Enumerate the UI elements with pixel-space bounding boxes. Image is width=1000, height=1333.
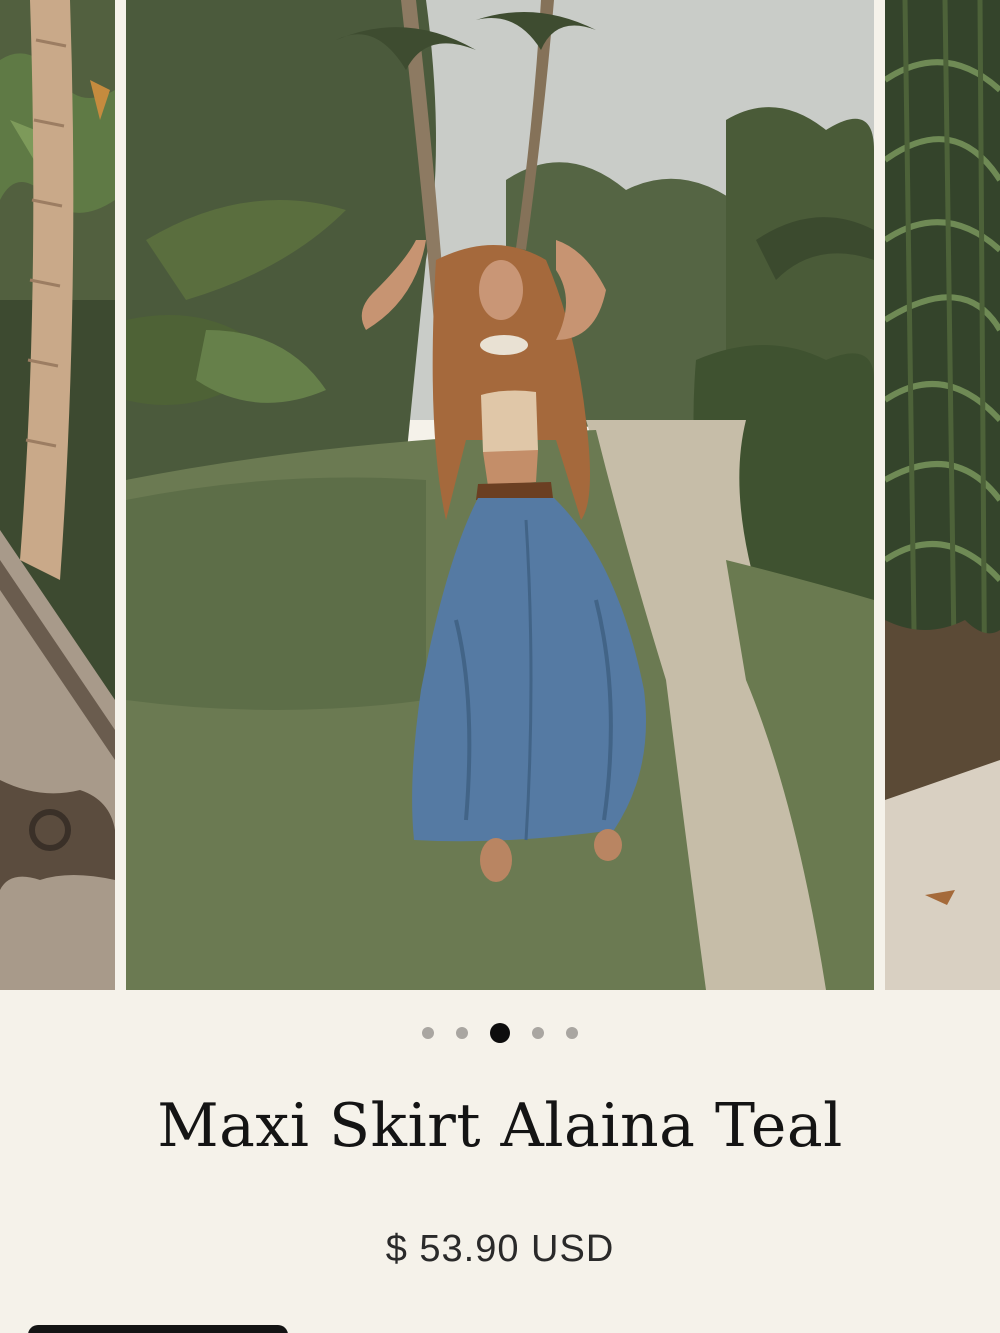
model-in-maxi-skirt-image bbox=[126, 0, 874, 990]
pagination-dot-5[interactable] bbox=[566, 1027, 578, 1039]
pagination-dot-1[interactable] bbox=[422, 1027, 434, 1039]
product-page: Maxi Skirt Alaina Teal $ 53.90 USD bbox=[0, 0, 1000, 1333]
product-title: Maxi Skirt Alaina Teal bbox=[157, 1091, 843, 1161]
product-image-gallery[interactable] bbox=[0, 0, 1000, 990]
tropical-foliage-image bbox=[0, 0, 115, 990]
gallery-slide-next[interactable] bbox=[885, 0, 1000, 990]
pagination-dot-3-active[interactable] bbox=[490, 1023, 510, 1043]
gallery-slide-active[interactable] bbox=[126, 0, 874, 990]
product-price: $ 53.90 USD bbox=[385, 1228, 615, 1270]
pagination-dot-4[interactable] bbox=[532, 1027, 544, 1039]
gallery-pagination bbox=[0, 1020, 1000, 1046]
pagination-dot-2[interactable] bbox=[456, 1027, 468, 1039]
palm-leaves-image bbox=[885, 0, 1000, 990]
sticky-add-to-cart-bar[interactable] bbox=[28, 1325, 288, 1333]
gallery-slide-previous[interactable] bbox=[0, 0, 115, 990]
